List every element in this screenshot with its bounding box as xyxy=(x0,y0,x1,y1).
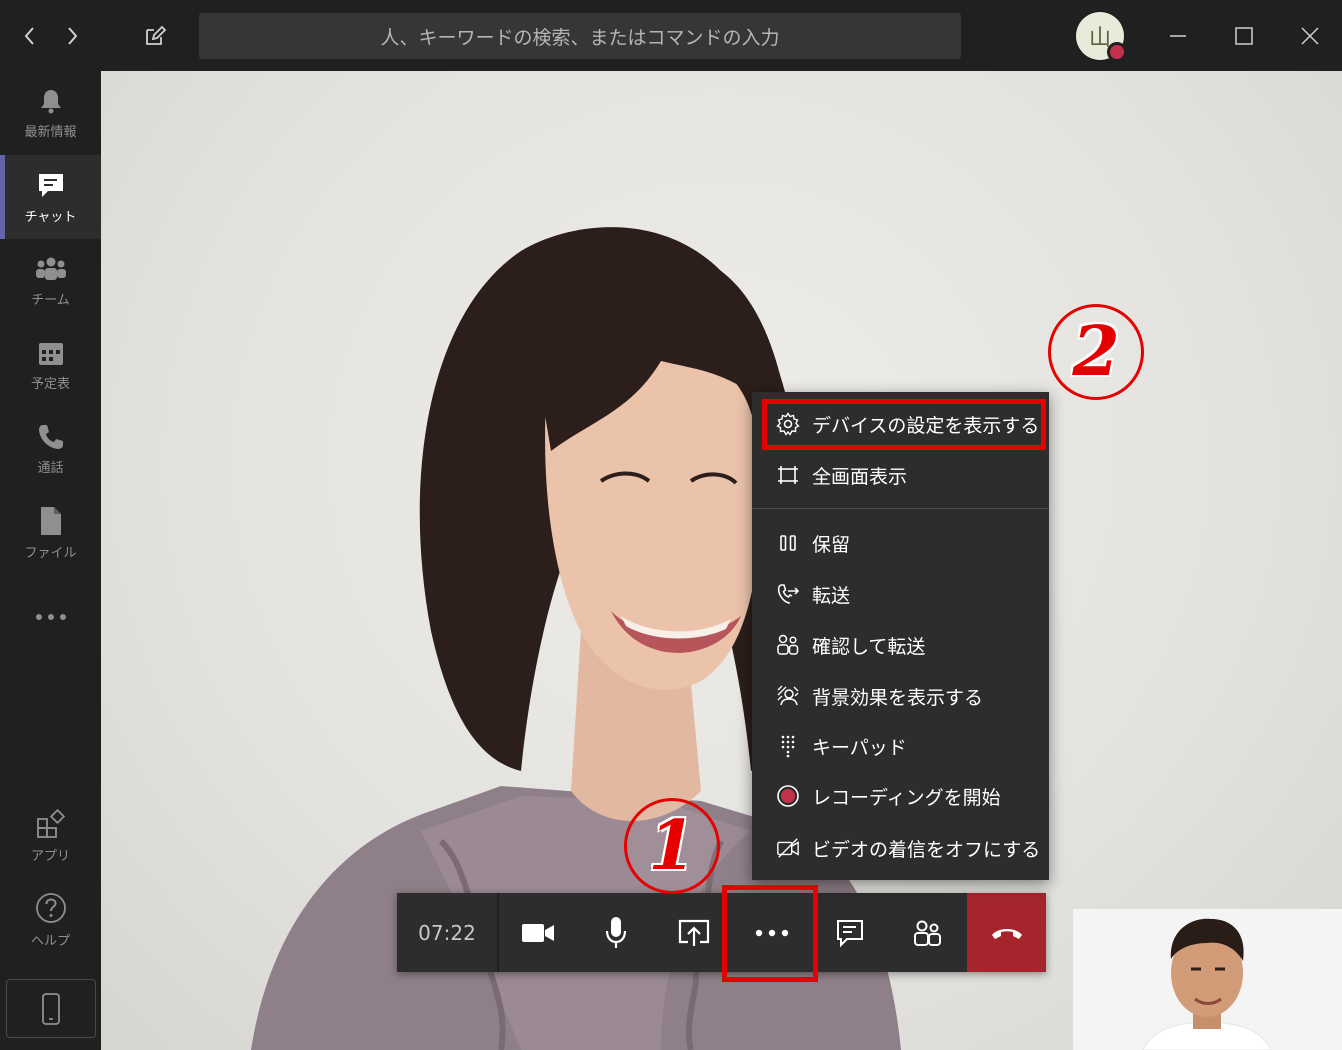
mobile-phone-icon xyxy=(41,992,61,1025)
menu-item-label: 背景効果を表示する xyxy=(812,686,984,709)
mobile-app-button[interactable] xyxy=(6,979,96,1038)
chevron-right-icon xyxy=(64,25,80,47)
help-icon xyxy=(35,892,67,924)
rail-item-label: 予定表 xyxy=(30,376,70,392)
menu-item-background-effects[interactable]: 背景効果を表示する xyxy=(752,672,1049,720)
menu-item-keypad[interactable]: キーパッド xyxy=(752,722,1049,770)
menu-item-label: 全画面表示 xyxy=(812,465,908,488)
title-bar: 人、キーワードの検索、またはコマンドの入力 山 xyxy=(0,0,1342,71)
menu-item-transfer[interactable]: 転送 xyxy=(752,570,1049,618)
rail-item-label: 最新情報 xyxy=(24,124,77,140)
rail-item-files[interactable]: ファイル xyxy=(0,491,101,575)
chevron-left-icon xyxy=(22,25,38,47)
maximize-button[interactable] xyxy=(1222,14,1266,58)
maximize-icon xyxy=(1234,26,1254,46)
record-icon xyxy=(776,784,800,808)
rail-item-calls[interactable]: 通話 xyxy=(0,407,101,491)
rail-more-apps-button[interactable] xyxy=(0,575,101,659)
search-input[interactable]: 人、キーワードの検索、またはコマンドの入力 xyxy=(199,13,961,59)
fullscreen-icon xyxy=(776,463,800,487)
hang-up-button[interactable] xyxy=(967,893,1046,972)
rail-item-label: アプリ xyxy=(30,848,70,864)
menu-item-label: キーパッド xyxy=(812,736,907,759)
rail-item-label: 通話 xyxy=(37,460,64,476)
self-video-image xyxy=(1073,909,1342,1050)
show-participants-button[interactable] xyxy=(889,893,967,972)
rail-item-label: チーム xyxy=(31,292,70,308)
keypad-icon xyxy=(776,734,800,758)
chat-icon xyxy=(36,170,66,200)
rail-item-label: ヘルプ xyxy=(30,933,70,949)
hang-up-icon xyxy=(990,925,1024,941)
share-screen-icon xyxy=(677,918,711,948)
app-rail: 最新情報 チャット チーム 予定表 通話 ファイル アプリ ヘルプ xyxy=(0,71,101,1050)
microphone-icon xyxy=(604,916,628,950)
close-button[interactable] xyxy=(1288,14,1332,58)
minimize-button[interactable] xyxy=(1156,14,1200,58)
rail-item-teams[interactable]: チーム xyxy=(0,239,101,323)
minimize-icon xyxy=(1168,26,1188,46)
search-placeholder: 人、キーワードの検索、またはコマンドの入力 xyxy=(380,26,780,49)
menu-item-label: 確認して転送 xyxy=(812,635,926,658)
menu-item-consult-transfer[interactable]: 確認して転送 xyxy=(752,621,1049,669)
call-timer: 07:22 xyxy=(397,893,499,972)
menu-item-start-recording[interactable]: レコーディングを開始 xyxy=(752,772,1049,820)
menu-item-label: レコーディングを開始 xyxy=(812,786,1001,809)
avatar[interactable]: 山 xyxy=(1076,12,1127,62)
rail-item-calendar[interactable]: 予定表 xyxy=(0,323,101,407)
step-1-marker: 1 xyxy=(624,798,720,894)
background-effects-icon xyxy=(776,684,800,708)
file-icon xyxy=(38,506,64,536)
bell-icon xyxy=(37,87,65,115)
chat-icon xyxy=(835,918,865,948)
mic-toggle-button[interactable] xyxy=(577,893,655,972)
show-conversation-button[interactable] xyxy=(811,893,889,972)
apps-icon xyxy=(36,808,66,839)
presence-busy-badge xyxy=(1107,42,1127,62)
teams-icon xyxy=(35,255,67,283)
menu-item-fullscreen[interactable]: 全画面表示 xyxy=(752,451,1049,499)
phone-icon xyxy=(37,423,65,451)
highlight-device-settings xyxy=(762,399,1046,450)
close-icon xyxy=(1300,26,1320,46)
rail-item-help[interactable]: ヘルプ xyxy=(0,878,101,962)
menu-divider xyxy=(752,508,1049,509)
video-camera-icon xyxy=(521,922,555,944)
more-actions-menu: デバイスの設定を表示する 全画面表示 保留 転送 確認して転送 背景効果を表示す… xyxy=(752,392,1049,880)
calendar-icon xyxy=(37,339,65,367)
menu-item-label: 保留 xyxy=(812,533,851,556)
compose-icon xyxy=(143,24,167,48)
menu-item-turn-off-incoming-video[interactable]: ビデオの着信をオフにする xyxy=(752,824,1049,872)
back-button[interactable] xyxy=(8,14,52,58)
new-chat-button[interactable] xyxy=(133,14,177,58)
step-1-number: 1 xyxy=(648,806,696,886)
consult-transfer-icon xyxy=(776,633,800,657)
rail-item-activity[interactable]: 最新情報 xyxy=(0,71,101,155)
rail-item-label: ファイル xyxy=(24,545,77,561)
step-2-number: 2 xyxy=(1072,312,1120,392)
menu-item-hold[interactable]: 保留 xyxy=(752,519,1049,567)
forward-button[interactable] xyxy=(50,14,94,58)
hold-icon xyxy=(776,531,800,555)
camera-toggle-button[interactable] xyxy=(499,893,577,972)
menu-item-label: ビデオの着信をオフにする xyxy=(812,838,1041,861)
transfer-icon xyxy=(776,582,800,606)
highlight-more-button xyxy=(722,885,818,982)
more-horizontal-icon xyxy=(35,613,67,621)
self-video-preview[interactable] xyxy=(1073,909,1342,1050)
rail-item-label: チャット xyxy=(24,209,77,225)
step-2-marker: 2 xyxy=(1048,304,1144,400)
participants-icon xyxy=(913,918,943,948)
video-off-icon xyxy=(776,836,800,860)
menu-item-label: 転送 xyxy=(812,584,851,607)
rail-item-chat[interactable]: チャット xyxy=(0,155,101,239)
rail-item-apps[interactable]: アプリ xyxy=(0,794,101,878)
